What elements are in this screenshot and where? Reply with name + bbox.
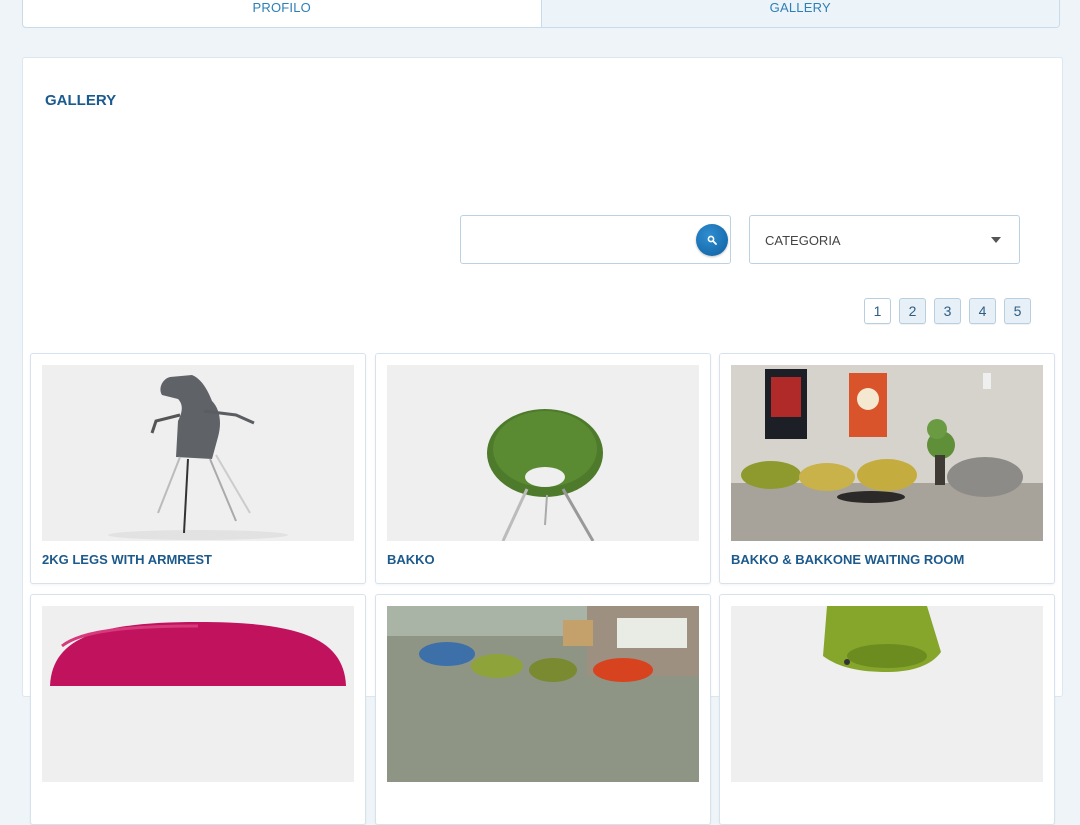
- card-title: BAKKO & BAKKONE WAITING ROOM: [731, 552, 965, 567]
- product-image: [731, 606, 1043, 782]
- product-image: [42, 365, 354, 541]
- tab-gallery[interactable]: GALLERY: [540, 0, 1059, 27]
- card-title: BAKKO: [387, 552, 435, 567]
- product-image: [731, 365, 1043, 541]
- card-title: 2KG LEGS WITH ARMREST: [42, 552, 212, 567]
- search-box: [460, 215, 731, 264]
- page-button-5[interactable]: 5: [1004, 298, 1031, 324]
- tab-bar: PROFILO GALLERY: [22, 0, 1060, 28]
- gallery-card[interactable]: [30, 594, 366, 825]
- page-title: GALLERY: [45, 92, 117, 109]
- page-button-1[interactable]: 1: [864, 298, 891, 324]
- chevron-down-icon: [991, 237, 1001, 243]
- search-input[interactable]: [471, 228, 695, 254]
- category-select[interactable]: CATEGORIA: [749, 215, 1020, 264]
- pagination: 1 2 3 4 5: [864, 298, 1031, 324]
- search-icon: [707, 235, 717, 245]
- search-button[interactable]: [696, 224, 728, 256]
- page-button-4[interactable]: 4: [969, 298, 996, 324]
- gallery-card[interactable]: BAKKO: [375, 353, 711, 584]
- gallery-card[interactable]: BAKKO & BAKKONE WAITING ROOM: [719, 353, 1055, 584]
- product-image: [387, 365, 699, 541]
- gallery-card[interactable]: 2KG LEGS WITH ARMREST: [30, 353, 366, 584]
- page-button-2[interactable]: 2: [899, 298, 926, 324]
- product-image: [42, 606, 354, 782]
- tab-profilo[interactable]: PROFILO: [23, 0, 541, 27]
- page-button-3[interactable]: 3: [934, 298, 961, 324]
- product-image: [387, 606, 699, 782]
- gallery-card[interactable]: [719, 594, 1055, 825]
- category-select-value: CATEGORIA: [765, 233, 841, 248]
- gallery-card[interactable]: [375, 594, 711, 825]
